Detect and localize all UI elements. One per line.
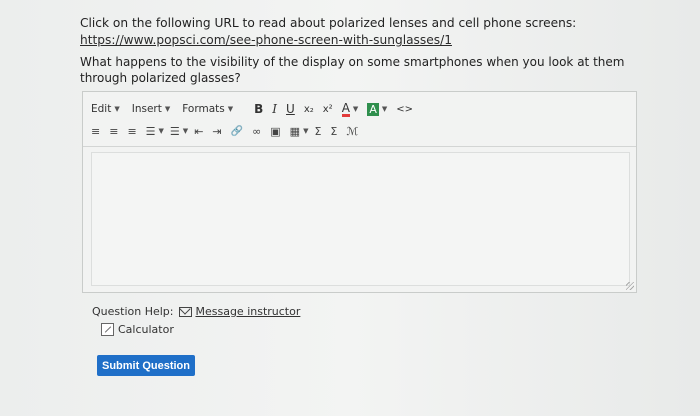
- background-color-button[interactable]: A: [367, 102, 379, 116]
- calculator-label: Calculator: [118, 323, 174, 336]
- sigma-icon[interactable]: Σ: [330, 125, 337, 138]
- chevron-down-icon[interactable]: ▼: [382, 105, 387, 113]
- rich-text-editor: Edit ▼ Insert ▼ Formats ▼ B I U x₂ x² A ▼ A…: [82, 91, 637, 293]
- align-right-icon[interactable]: ≡: [127, 125, 136, 138]
- align-left-icon[interactable]: ≡: [91, 125, 100, 138]
- answer-text-area[interactable]: [91, 152, 630, 286]
- unlink-icon[interactable]: ∞: [252, 125, 261, 138]
- menu-edit-label: Edit: [91, 103, 112, 115]
- source-code-button[interactable]: <>: [396, 104, 413, 115]
- table-icon[interactable]: ▦: [290, 125, 300, 138]
- calculator-icon: [101, 323, 114, 336]
- underline-button[interactable]: U: [286, 102, 295, 116]
- menu-formats[interactable]: Formats ▼: [182, 103, 233, 115]
- calculator-link[interactable]: Calculator: [101, 323, 174, 336]
- bold-button[interactable]: B: [254, 102, 263, 116]
- message-instructor-link[interactable]: Message instructor: [179, 305, 300, 318]
- article-link[interactable]: https://www.popsci.com/see-phone-screen-…: [80, 33, 452, 47]
- page: Click on the following URL to read about…: [0, 0, 700, 416]
- menu-insert-label: Insert: [131, 103, 162, 115]
- menu-edit[interactable]: Edit ▼: [91, 103, 120, 115]
- toolbar-divider: [83, 146, 636, 147]
- editor-toolbar-top: Edit ▼ Insert ▼ Formats ▼ B I U x₂ x² A ▼ A…: [91, 100, 413, 118]
- link-icon[interactable]: 🔗: [231, 126, 243, 137]
- question-help: Question Help: Message instructor: [92, 305, 300, 318]
- math-icon[interactable]: ℳ: [346, 125, 358, 138]
- outdent-icon[interactable]: ⇤: [194, 125, 203, 138]
- menu-insert[interactable]: Insert ▼: [132, 103, 171, 115]
- intro-text: Click on the following URL to read about…: [80, 16, 577, 30]
- chevron-down-icon[interactable]: ▼: [303, 127, 308, 135]
- chevron-down-icon: ▼: [164, 105, 171, 113]
- chevron-down-icon[interactable]: ▼: [353, 105, 358, 113]
- intro: Click on the following URL to read about…: [80, 15, 576, 49]
- numbered-list-icon[interactable]: ☰: [170, 125, 180, 138]
- message-instructor-label: Message instructor: [195, 305, 301, 318]
- chevron-down-icon[interactable]: ▼: [183, 127, 188, 135]
- text-color-button[interactable]: A: [341, 102, 350, 117]
- chevron-down-icon: ▼: [114, 105, 120, 113]
- italic-button[interactable]: I: [272, 102, 277, 116]
- envelope-icon: [179, 306, 193, 317]
- editor-toolbar-bottom: ≡ ≡ ≡ ☰ ▼ ☰ ▼ ⇤ ⇥ 🔗 ∞ ▣ ▦ ▼ Σ Σ ℳ: [91, 122, 367, 140]
- menu-formats-label: Formats: [182, 103, 225, 115]
- bullet-list-icon[interactable]: ☰: [146, 125, 156, 138]
- superscript-button[interactable]: x²: [323, 104, 333, 115]
- chevron-down-icon[interactable]: ▼: [159, 127, 164, 135]
- resize-handle-icon[interactable]: [626, 282, 634, 290]
- image-icon[interactable]: ▣: [270, 125, 280, 138]
- indent-icon[interactable]: ⇥: [212, 125, 221, 138]
- sum-icon[interactable]: Σ: [314, 125, 321, 138]
- question-text: What happens to the visibility of the di…: [80, 55, 625, 85]
- align-center-icon[interactable]: ≡: [109, 125, 118, 138]
- question-help-label: Question Help:: [92, 305, 174, 318]
- subscript-button[interactable]: x₂: [304, 104, 314, 115]
- submit-question-button[interactable]: Submit Question: [97, 355, 195, 376]
- chevron-down-icon: ▼: [227, 105, 234, 113]
